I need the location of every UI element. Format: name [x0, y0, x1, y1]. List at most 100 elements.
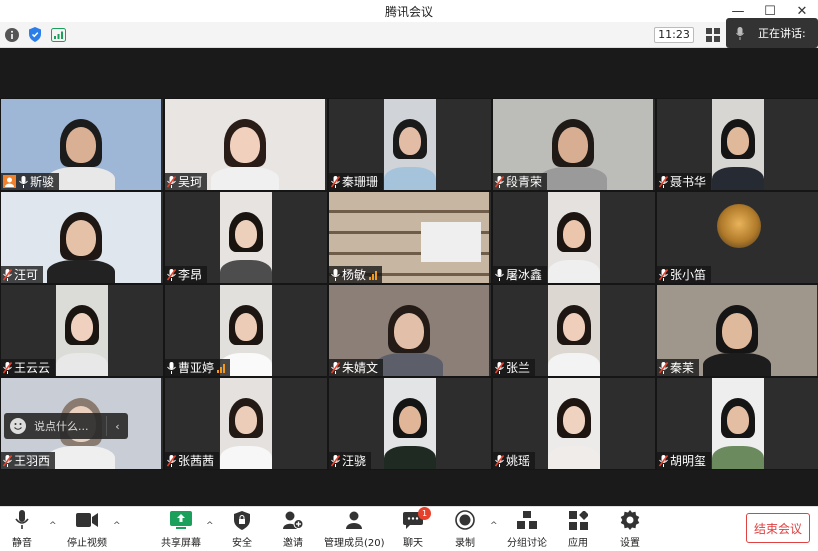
apps-button[interactable]: 应用	[568, 509, 588, 549]
participant-tile[interactable]: 屠冰鑫	[492, 191, 656, 284]
microphone-icon	[331, 268, 340, 281]
microphone-icon	[167, 361, 176, 374]
participant-name-label: 张小笛	[657, 266, 712, 283]
participant-name: 胡明玺	[670, 454, 707, 468]
participant-name: 秦珊珊	[342, 175, 379, 189]
participant-tile[interactable]: 张兰	[492, 284, 656, 377]
participant-tile[interactable]: 斯骏	[0, 98, 164, 191]
participant-name-label: 胡明玺	[657, 452, 712, 469]
muted-mic-icon	[658, 361, 669, 374]
mute-options-caret[interactable]: ^	[49, 521, 57, 531]
emoji-icon[interactable]	[10, 418, 26, 434]
breakout-rooms-button[interactable]: 分组讨论	[507, 509, 547, 549]
stop-video-button[interactable]: 停止视频	[67, 509, 107, 549]
participant-tile[interactable]: 张小笛	[656, 191, 818, 284]
muted-mic-icon	[658, 268, 669, 281]
participant-tile[interactable]: 曹亚婷	[164, 284, 328, 377]
chat-popup[interactable]: 说点什么... ‹	[4, 413, 128, 439]
security-shield-icon	[234, 509, 250, 531]
chat-button[interactable]: 1 聊天	[403, 507, 431, 549]
video-feed	[548, 192, 600, 283]
muted-mic-icon	[2, 268, 13, 281]
participant-name-label: 段青荣	[493, 173, 548, 190]
participant-name: 段青荣	[506, 175, 543, 189]
participant-name: 秦苿	[670, 361, 695, 375]
meeting-toolbar: 静音 ^ 停止视频 ^ 共享屏幕 ^ 安全 邀请 管理成员(20) 1 聊天 录…	[0, 506, 818, 551]
participant-tile[interactable]: 张茜茜	[164, 377, 328, 470]
window-title: 腾讯会议	[384, 4, 433, 19]
participant-tile[interactable]: 秦苿	[656, 284, 818, 377]
microphone-icon	[19, 175, 28, 188]
muted-mic-icon	[494, 175, 505, 188]
mute-button[interactable]: 静音	[12, 509, 32, 549]
video-feed	[384, 378, 436, 469]
participant-name-label: 曹亚婷	[165, 359, 231, 376]
participant-tile[interactable]: 姚瑶	[492, 377, 656, 470]
muted-mic-icon	[658, 454, 669, 467]
share-screen-button[interactable]: 共享屏幕	[161, 509, 201, 549]
video-stage: 斯骏 吴珂 秦珊珊 段青荣 聂书华汪可 李昂 杨敏 屠冰鑫 张小笛王云云 曹亚婷 朱婧文 张兰 秦苿王羽…	[0, 48, 818, 506]
participant-tile[interactable]: 朱婧文	[328, 284, 492, 377]
microphone-icon	[736, 26, 744, 40]
info-icon[interactable]	[4, 27, 19, 42]
gear-icon	[620, 509, 640, 531]
participant-name: 张小笛	[670, 268, 707, 282]
video-options-caret[interactable]: ^	[113, 521, 121, 531]
title-bar: 腾讯会议 — ☐ ✕	[0, 0, 818, 22]
participant-tile[interactable]: 杨敏	[328, 191, 492, 284]
muted-mic-icon	[166, 175, 177, 188]
participant-name: 李昂	[178, 268, 203, 282]
participant-tile[interactable]: 聂书华	[656, 98, 818, 191]
participant-name-label: 王云云	[1, 359, 56, 376]
shield-icon[interactable]	[27, 27, 42, 42]
microphone-icon	[495, 268, 504, 281]
participant-tile[interactable]: 吴珂	[164, 98, 328, 191]
participant-name-label: 汪骁	[329, 452, 372, 469]
participant-name: 斯骏	[30, 175, 55, 189]
security-button[interactable]: 安全	[232, 509, 252, 549]
camera-icon	[76, 509, 98, 531]
participant-name: 张兰	[506, 361, 531, 375]
participant-tile[interactable]: 汪可	[0, 191, 164, 284]
invite-button[interactable]: 邀请	[283, 509, 303, 549]
unread-badge: 1	[418, 507, 431, 520]
settings-button[interactable]: 设置	[620, 509, 640, 549]
microphone-icon	[15, 509, 29, 531]
participant-tile[interactable]: 汪骁	[328, 377, 492, 470]
participant-name-label: 王羽西	[1, 452, 56, 469]
muted-mic-icon	[494, 361, 505, 374]
video-feed	[712, 99, 764, 190]
participant-name: 汪可	[14, 268, 39, 282]
collapse-chat-icon[interactable]: ‹	[106, 416, 128, 436]
muted-mic-icon	[166, 268, 177, 281]
record-button[interactable]: 录制	[455, 509, 475, 549]
participant-name-label: 朱婧文	[329, 359, 384, 376]
participant-name-label: 秦苿	[657, 359, 700, 376]
participant-name: 姚瑶	[506, 454, 531, 468]
participant-tile[interactable]: 胡明玺	[656, 377, 818, 470]
share-options-caret[interactable]: ^	[206, 521, 214, 531]
speaking-label: 正在讲话:	[758, 27, 806, 40]
muted-mic-icon	[2, 361, 13, 374]
participant-tile[interactable]: 秦珊珊	[328, 98, 492, 191]
video-feed	[56, 285, 108, 376]
participant-tile[interactable]: 王云云	[0, 284, 164, 377]
participant-name: 吴珂	[178, 175, 203, 189]
manage-members-button[interactable]: 管理成员(20)	[324, 509, 385, 549]
host-icon	[3, 175, 16, 188]
audio-level-icon	[217, 363, 226, 373]
participant-name: 朱婧文	[342, 361, 379, 375]
speaking-indicator: 正在讲话:	[726, 18, 818, 48]
grid-view-icon[interactable]	[706, 28, 720, 42]
chat-input-placeholder[interactable]: 说点什么...	[34, 418, 89, 434]
participant-tile[interactable]: 李昂	[164, 191, 328, 284]
video-feed	[384, 99, 436, 190]
video-feed	[220, 378, 272, 469]
participant-tile[interactable]: 段青荣	[492, 98, 656, 191]
signal-icon[interactable]	[51, 27, 66, 42]
audio-level-icon	[369, 270, 378, 280]
end-meeting-button[interactable]: 结束会议	[746, 513, 810, 543]
participant-name: 聂书华	[670, 175, 707, 189]
participant-name: 曹亚婷	[178, 361, 215, 375]
record-options-caret[interactable]: ^	[490, 521, 498, 531]
